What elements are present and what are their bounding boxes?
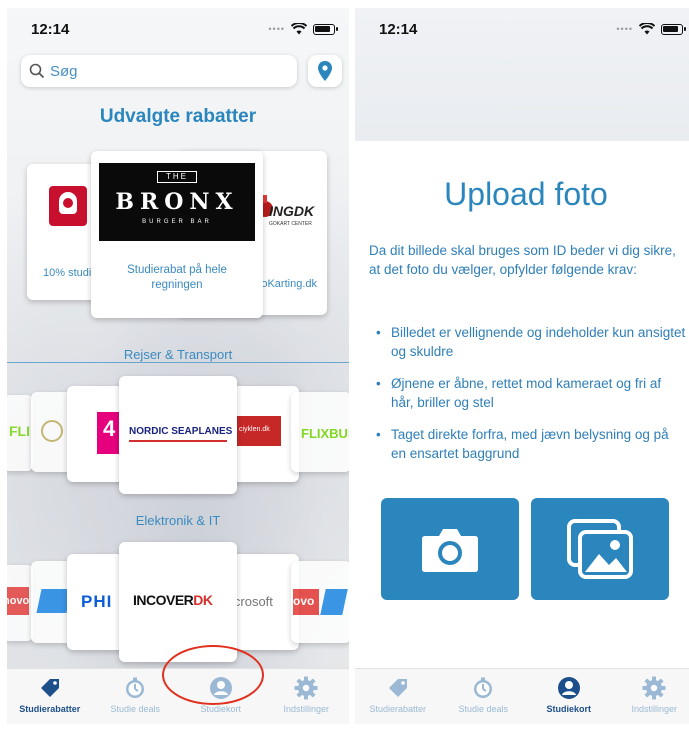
bronx-logo-line1: THE [157, 171, 197, 183]
status-time: 12:14 [31, 21, 70, 38]
tab-studiekort[interactable]: Studiekort [526, 669, 612, 724]
tag-icon [385, 675, 411, 701]
user-icon [556, 675, 582, 701]
lenovo-logo-right: ovo [293, 594, 315, 608]
upload-description: Da dit billede skal bruges som ID beder … [369, 243, 676, 277]
microsoft-logo: icrosoft [231, 594, 273, 609]
tab-label: Studierabatter [19, 704, 81, 714]
tab-indstillinger[interactable]: Indstillinger [612, 669, 689, 724]
incover-logo-prefix: INCOVER [133, 592, 194, 608]
requirement-item: Billedet er vellignende og indeholder ku… [369, 323, 687, 361]
tab-bar: Studierabatter Studie deals Studiekort I… [355, 668, 689, 724]
battery-icon [661, 23, 686, 35]
gokart-logo-text: INGDK [269, 203, 315, 219]
flixbus-logo: FLI [9, 423, 30, 439]
stopwatch-icon [470, 675, 496, 701]
flixbus-logo-right: FLIXBUS [301, 426, 349, 441]
electronics-card-far-right[interactable]: ovo [291, 561, 349, 643]
status-bar: 12:14 •••• [7, 8, 349, 48]
signal-icon: •••• [268, 24, 285, 34]
status-bar: 12:14 •••• [355, 8, 689, 48]
bronx-logo-line3: BURGER BAR [142, 219, 212, 225]
status-time: 12:14 [379, 21, 418, 38]
electronics-card-center[interactable]: INCOVERDK [119, 542, 237, 662]
tab-label: Indstillinger [283, 704, 330, 714]
camera-button[interactable] [381, 498, 519, 600]
nordic-seaplanes-logo: NORDIC SEAPLANES [129, 426, 233, 437]
travel-card-far-right[interactable]: FLIXBUS [291, 392, 349, 472]
tab-label: Studiekort [546, 704, 591, 714]
gear-icon [293, 675, 319, 701]
map-pin-icon [318, 61, 332, 81]
signal-icon: •••• [616, 24, 633, 34]
stopwatch-icon [122, 675, 148, 701]
tab-label: Studie deals [458, 704, 509, 714]
electronics-card-right-2[interactable]: icrosoft [229, 554, 299, 650]
requirement-item: Øjnene er åbne, rettet mod kameraet og f… [369, 374, 687, 412]
bronx-logo-line2: BRONX [115, 189, 239, 215]
cykel-logo-text: ciyklen.dk [239, 426, 270, 433]
tab-studierabatter[interactable]: Studierabatter [355, 669, 441, 724]
travel-card-far-left[interactable]: FLI [7, 395, 33, 471]
travel-card-center[interactable]: NORDIC SEAPLANES [119, 376, 237, 494]
tab-indstillinger[interactable]: Indstillinger [264, 669, 350, 724]
highlight-circle [162, 645, 264, 705]
gear-icon [641, 675, 667, 701]
bronx-logo: THE BRONX BURGER BAR [99, 163, 255, 241]
search-icon [29, 63, 45, 79]
section-title-featured: Udvalgte rabatter [99, 106, 257, 127]
card-caption: Studierabat på hele regningen [127, 264, 227, 291]
section-title-travel: Rejser & Transport [123, 347, 233, 362]
section-title-electronics: Elektronik & IT [135, 513, 221, 528]
tab-label: Studie deals [110, 704, 161, 714]
tab-label: Studiekort [200, 704, 242, 714]
gallery-button[interactable] [531, 498, 669, 600]
incover-logo-suffix: DK [193, 592, 213, 608]
tab-label: Studierabatter [369, 704, 427, 714]
wifi-icon [291, 23, 307, 35]
tab-label: Indstillinger [631, 704, 678, 714]
transport-logo [41, 420, 63, 442]
incover-logo: INCOVERDK [133, 592, 213, 608]
search-input[interactable] [50, 62, 270, 80]
lenovo-logo: novo [7, 595, 30, 607]
requirements-list: Billedet er vellignende og indeholder ku… [369, 323, 687, 476]
tab-studie-deals[interactable]: Studie deals [441, 669, 527, 724]
wifi-icon [639, 23, 655, 35]
electronics-card-far-left[interactable]: novo [7, 565, 33, 641]
upload-photo-screen: 12:14 •••• Upload foto Da dit billede sk… [355, 8, 689, 724]
battery-icon [313, 23, 338, 35]
kfc-logo [49, 186, 87, 226]
travel-card-right-2[interactable]: ciyklen.dk [229, 386, 299, 482]
requirement-item: Taget direkte forfra, med jævn belysning… [369, 425, 687, 463]
philips-logo: PHI [81, 592, 113, 611]
search-bar[interactable] [21, 55, 297, 87]
page-title: Upload foto [444, 176, 608, 212]
tag-icon [37, 675, 63, 701]
featured-card-center[interactable]: THE BRONX BURGER BAR Studierabat på hele… [91, 151, 263, 318]
section-divider [7, 362, 349, 363]
location-button[interactable] [308, 55, 342, 87]
operator-logo-text: 4 [103, 416, 116, 441]
tab-studierabatter[interactable]: Studierabatter [7, 669, 93, 724]
discounts-screen: 12:14 •••• Udvalgte rabatter 10% studi I… [7, 8, 349, 724]
gallery-icon [567, 519, 633, 579]
gokart-logo-sub: GOKART CENTER [269, 221, 312, 227]
camera-icon [422, 529, 478, 572]
